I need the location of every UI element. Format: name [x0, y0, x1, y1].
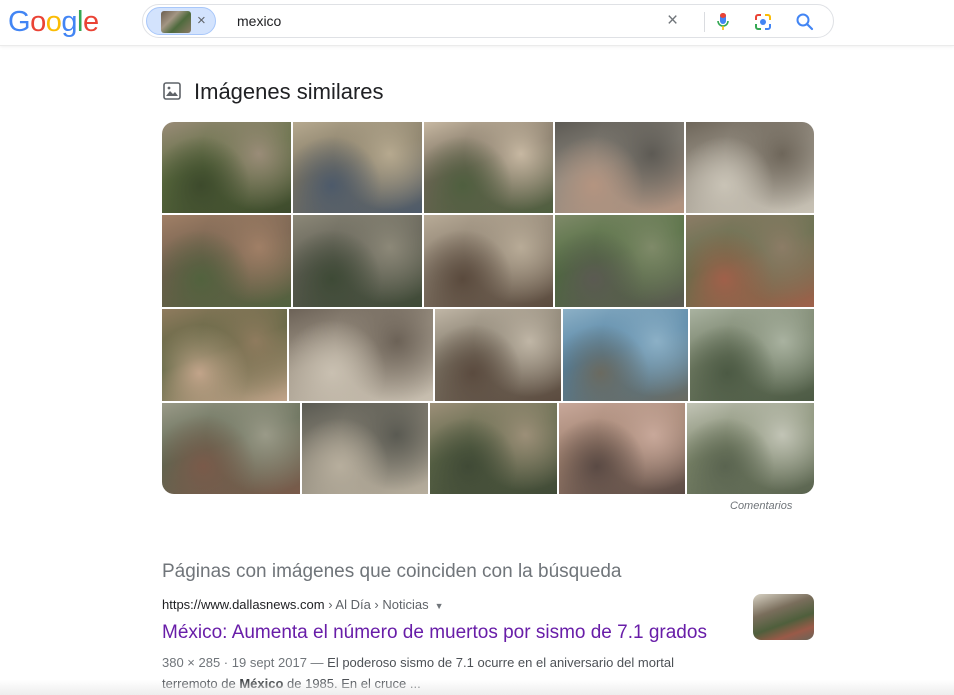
- image-result-4-4[interactable]: [559, 403, 685, 494]
- logo-letter: g: [61, 6, 77, 38]
- image-result-3-1[interactable]: [162, 309, 287, 401]
- search-image-chip[interactable]: ×: [146, 7, 216, 35]
- google-logo[interactable]: Google: [8, 6, 99, 39]
- image-result-2-5[interactable]: [686, 215, 814, 307]
- image-result-2-4[interactable]: [555, 215, 684, 307]
- image-result-4-2[interactable]: [302, 403, 428, 494]
- page-fade: [0, 680, 954, 695]
- image-result-3-5[interactable]: [690, 309, 814, 401]
- logo-letter: G: [8, 6, 31, 38]
- section-title: Imágenes similares: [194, 79, 384, 104]
- header: Google × mexico ×: [0, 0, 954, 46]
- image-result-4-5[interactable]: [687, 403, 814, 494]
- pages-section-title: Páginas con imágenes que coinciden con l…: [162, 561, 622, 582]
- image-result-1-1[interactable]: [162, 122, 291, 213]
- microphone-icon[interactable]: [716, 10, 730, 34]
- query-image-thumbnail: [161, 11, 191, 33]
- image-result-3-4[interactable]: [563, 309, 688, 401]
- clear-icon[interactable]: ×: [667, 10, 678, 32]
- image-result-1-3[interactable]: [424, 122, 553, 213]
- logo-letter: o: [30, 6, 46, 38]
- image-result-1-5[interactable]: [686, 122, 814, 213]
- image-result-3-3[interactable]: [435, 309, 561, 401]
- search-icon[interactable]: [794, 11, 816, 33]
- image-result-2-3[interactable]: [424, 215, 553, 307]
- search-box[interactable]: × mexico ×: [142, 4, 834, 38]
- remove-image-icon[interactable]: ×: [197, 12, 206, 30]
- snippet-text: El poderoso sismo de 7.1 ocurre en el an…: [327, 655, 674, 670]
- search-input[interactable]: mexico: [237, 13, 281, 29]
- image-result-4-3[interactable]: [430, 403, 557, 494]
- google-lens-icon[interactable]: [752, 11, 774, 33]
- result-thumbnail[interactable]: [753, 594, 814, 640]
- image-result-1-2[interactable]: [293, 122, 422, 213]
- result-breadcrumb: › Al Día › Noticias: [324, 597, 429, 612]
- image-icon: [163, 82, 181, 100]
- image-result-1-4[interactable]: [555, 122, 684, 213]
- image-result-2-2[interactable]: [293, 215, 422, 307]
- more-options-icon[interactable]: ▼: [435, 601, 444, 611]
- image-result-2-1[interactable]: [162, 215, 291, 307]
- similar-images-grid: [162, 122, 814, 494]
- image-result-4-1[interactable]: [162, 403, 300, 494]
- image-result-3-2[interactable]: [289, 309, 433, 401]
- result-title-link[interactable]: México: Aumenta el número de muertos por…: [162, 622, 707, 644]
- logo-letter: e: [82, 6, 99, 38]
- result-meta: 380 × 285 · 19 sept 2017 —: [162, 655, 328, 670]
- result-url[interactable]: https://www.dallasnews.com › Al Día › No…: [162, 597, 444, 612]
- result-domain: https://www.dallasnews.com: [162, 597, 325, 612]
- feedback-link[interactable]: Comentarios: [730, 500, 792, 512]
- divider: [704, 12, 705, 32]
- logo-letter: o: [45, 6, 62, 38]
